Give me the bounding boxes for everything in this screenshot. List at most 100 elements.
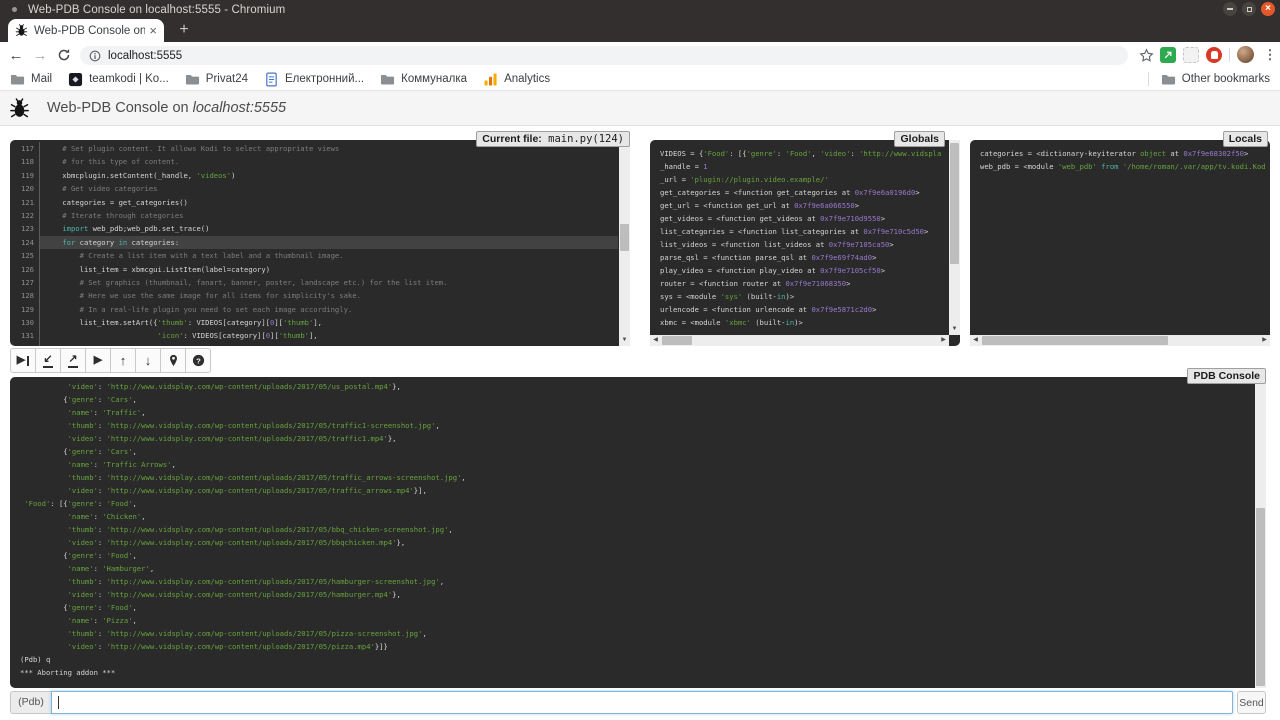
bookmark-item[interactable]: teamkodi | Ko... bbox=[68, 72, 169, 87]
line-number: 128 bbox=[10, 289, 40, 302]
extension-disabled-icon[interactable] bbox=[1183, 47, 1199, 63]
console-line: 'thumb': 'http://www.vidsplay.com/wp-con… bbox=[10, 627, 1254, 640]
bookmark-star-button[interactable] bbox=[1136, 45, 1156, 65]
folder-icon bbox=[380, 72, 395, 87]
line-number: 130 bbox=[10, 316, 40, 329]
console-line: 'video': 'http://www.vidsplay.com/wp-con… bbox=[10, 432, 1254, 445]
scroll-down-icon[interactable]: ▼ bbox=[949, 324, 960, 335]
line-number: 122 bbox=[10, 209, 40, 222]
tab-close-icon[interactable]: × bbox=[149, 24, 157, 37]
line-number: 124 bbox=[10, 236, 40, 249]
site-info-icon[interactable] bbox=[89, 50, 101, 62]
line-number: 131 bbox=[10, 329, 40, 342]
console-line: 'video': 'http://www.vidsplay.com/wp-con… bbox=[10, 640, 1254, 653]
maximize-button[interactable] bbox=[1242, 2, 1256, 16]
bookmark-item[interactable]: Електронний... bbox=[264, 72, 364, 87]
console-lines: 'video': 'http://www.vidsplay.com/wp-con… bbox=[10, 380, 1254, 686]
code-scroll-thumb[interactable] bbox=[620, 224, 629, 251]
reload-button[interactable] bbox=[54, 45, 74, 65]
page-title-host: localhost:5555 bbox=[193, 100, 287, 116]
document-icon bbox=[264, 72, 279, 87]
scroll-right-icon[interactable]: ▶ bbox=[938, 335, 949, 346]
svg-text:?: ? bbox=[196, 356, 201, 365]
locals-hscroll-thumb[interactable] bbox=[982, 336, 1168, 345]
code-line-125: 125 # Create a list item with a text lab… bbox=[10, 249, 618, 262]
current-file-name: main.py(124) bbox=[542, 133, 624, 145]
scroll-right-icon[interactable]: ▶ bbox=[1259, 335, 1270, 346]
code-text: # Set graphics (thumbnail, fanart, banne… bbox=[40, 276, 618, 289]
globals-vertical-scrollbar[interactable]: ▼ bbox=[949, 140, 960, 335]
send-button[interactable]: Send bbox=[1237, 691, 1266, 714]
locals-label: Locals bbox=[1223, 131, 1268, 147]
extension-green-arrow-icon[interactable] bbox=[1160, 47, 1176, 63]
browser-menu-button[interactable]: ⋮ bbox=[1260, 45, 1280, 65]
code-vertical-scrollbar[interactable]: ▲ ▼ bbox=[619, 140, 630, 346]
address-bar[interactable]: localhost:5555 bbox=[80, 46, 1128, 65]
down-icon: ↓ bbox=[145, 355, 152, 366]
globals-line: list_videos = <function list_videos at 0… bbox=[650, 238, 948, 251]
star-icon bbox=[1139, 48, 1154, 63]
browser-tab[interactable]: Web-PDB Console on loca × bbox=[8, 19, 164, 42]
code-line-130: 130 list_item.setArt({'thumb': VIDEOS[ca… bbox=[10, 316, 618, 329]
up-icon: ↑ bbox=[120, 355, 127, 366]
window-title: Web-PDB Console on localhost:5555 - Chro… bbox=[28, 4, 285, 16]
console-line: 'video': 'http://www.vidsplay.com/wp-con… bbox=[10, 380, 1254, 393]
code-line-124: 124 for category in categories: bbox=[10, 236, 618, 249]
globals-line: urlencode = <function urlencode at 0x7f9… bbox=[650, 303, 948, 316]
tab-title: Web-PDB Console on loca bbox=[34, 25, 145, 37]
new-tab-button[interactable]: + bbox=[172, 19, 196, 42]
window-titlebar: Web-PDB Console on localhost:5555 - Chro… bbox=[0, 0, 1280, 19]
prompt-footer: (Pdb) Send bbox=[0, 691, 1280, 716]
other-bookmarks-button[interactable]: Other bookmarks bbox=[1161, 72, 1270, 87]
bookmark-label: Privat24 bbox=[206, 73, 248, 85]
step-out-button[interactable]: ↗ bbox=[60, 348, 86, 373]
forward-button[interactable]: → bbox=[30, 45, 50, 65]
where-icon bbox=[167, 354, 180, 367]
line-number: 117 bbox=[10, 142, 40, 155]
console-vertical-scrollbar[interactable] bbox=[1255, 377, 1266, 688]
help-button[interactable]: ? bbox=[185, 348, 211, 373]
where-button[interactable] bbox=[160, 348, 186, 373]
bookmark-item[interactable]: Analytics bbox=[483, 72, 550, 87]
bookmark-label: teamkodi | Ko... bbox=[89, 73, 169, 85]
scroll-down-icon[interactable]: ▼ bbox=[619, 335, 630, 346]
globals-horizontal-scrollbar[interactable]: ◀ ▶ bbox=[650, 335, 949, 346]
profile-avatar[interactable] bbox=[1237, 46, 1254, 63]
globals-hscroll-thumb[interactable] bbox=[662, 336, 692, 345]
step-into-button[interactable]: ↙ bbox=[35, 348, 61, 373]
scroll-left-icon[interactable]: ◀ bbox=[650, 335, 661, 346]
scroll-left-icon[interactable]: ◀ bbox=[970, 335, 981, 346]
globals-line: parse_qsl = <function parse_qsl at 0x7f9… bbox=[650, 251, 948, 264]
globals-label: Globals bbox=[894, 131, 945, 147]
next-button[interactable]: ▶ bbox=[10, 348, 36, 373]
globals-line: router = <function router at 0x7f9e71068… bbox=[650, 277, 948, 290]
step-out-icon: ↗ bbox=[68, 354, 77, 368]
bookmark-item[interactable]: Коммуналка bbox=[380, 72, 467, 87]
back-button[interactable]: ← bbox=[6, 45, 26, 65]
pdb-command-input[interactable] bbox=[51, 691, 1233, 714]
console-scroll-thumb[interactable] bbox=[1256, 508, 1265, 686]
folder-icon bbox=[185, 72, 200, 87]
address-text[interactable]: localhost:5555 bbox=[108, 50, 182, 62]
folder-icon bbox=[1161, 72, 1176, 87]
code-line-118: 118 # for this type of content. bbox=[10, 155, 618, 168]
globals-line: list_categories = <function list_categor… bbox=[650, 225, 948, 238]
locals-horizontal-scrollbar[interactable]: ◀ ▶ bbox=[970, 335, 1270, 346]
code-line-122: 122 # Iterate through categories bbox=[10, 209, 618, 222]
line-number: 118 bbox=[10, 155, 40, 168]
globals-line: xbmc = <module 'xbmc' (built-in)> bbox=[650, 316, 948, 329]
extension-red-blocker-icon[interactable] bbox=[1206, 47, 1222, 63]
minimize-button[interactable] bbox=[1223, 2, 1237, 16]
console-line: 'name': 'Pizza', bbox=[10, 614, 1254, 627]
bookmarks-divider bbox=[1148, 72, 1149, 86]
globals-scroll-thumb[interactable] bbox=[950, 143, 959, 264]
pdb-console-panel: PDB Console 'video': 'http://www.vidspla… bbox=[10, 377, 1266, 688]
bug-favicon-icon bbox=[15, 24, 28, 37]
up-button[interactable]: ↑ bbox=[110, 348, 136, 373]
down-button[interactable]: ↓ bbox=[135, 348, 161, 373]
continue-button[interactable]: ▶ bbox=[85, 348, 111, 373]
bookmark-item[interactable]: Privat24 bbox=[185, 72, 248, 87]
bookmark-item[interactable]: Mail bbox=[10, 72, 52, 87]
close-button[interactable]: × bbox=[1261, 2, 1275, 16]
page-header: Web-PDB Console on localhost:5555 bbox=[0, 91, 1280, 126]
